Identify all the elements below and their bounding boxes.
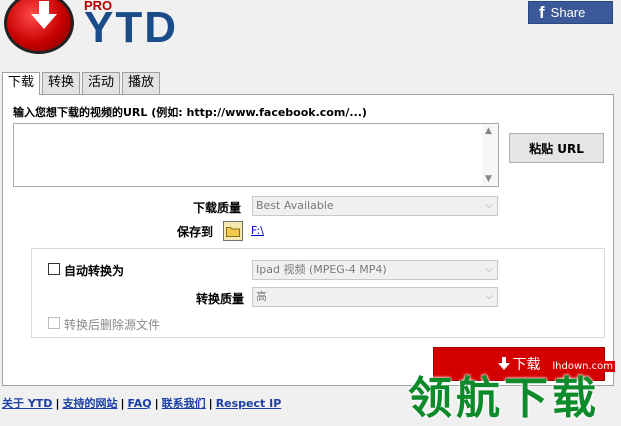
tab-activity[interactable]: 活动: [82, 72, 121, 94]
convert-format-value: Ipad 视频 (MPEG-4 MP4): [256, 263, 387, 276]
download-quality-select[interactable]: Best Available ⌵: [252, 196, 498, 216]
download-quality-value: Best Available: [256, 199, 334, 212]
download-button-label: 下载: [512, 357, 541, 373]
paste-url-button[interactable]: 粘贴 URL: [509, 133, 604, 163]
facebook-share-button[interactable]: f Share: [528, 1, 613, 24]
chevron-down-icon[interactable]: ▼: [485, 174, 492, 184]
delete-source-checkbox[interactable]: [48, 317, 60, 329]
url-label: 输入您想下载的视频的URL (例如: http://www.facebook.c…: [13, 106, 367, 119]
chevron-down-icon: ⌵: [485, 264, 493, 275]
url-input-box: ▲ ▼: [13, 123, 499, 187]
url-input[interactable]: [14, 124, 484, 186]
tab-download[interactable]: 下载: [2, 72, 41, 95]
faq-link[interactable]: FAQ: [128, 397, 152, 410]
chevron-down-icon: ⌵: [485, 291, 493, 302]
chevron-down-icon: ⌵: [485, 200, 493, 211]
download-button[interactable]: 下载: [433, 347, 605, 381]
folder-icon: [226, 226, 240, 237]
app-header: PRO YTD f Share: [0, 0, 621, 64]
tab-play[interactable]: 播放: [122, 72, 161, 94]
chevron-up-icon[interactable]: ▲: [485, 126, 492, 136]
delete-source-label: 转换后删除源文件: [64, 318, 161, 332]
auto-convert-checkbox[interactable]: [48, 263, 60, 275]
footer-separator: |: [55, 397, 60, 410]
respect-ip-link[interactable]: Respect IP: [216, 397, 282, 410]
url-scrollbar[interactable]: ▲ ▼: [482, 124, 498, 186]
convert-quality-select[interactable]: 高 ⌵: [252, 287, 498, 307]
main-tabs: 下载 转换 活动 播放: [2, 72, 162, 95]
share-label: Share: [550, 5, 586, 20]
down-arrow-icon: [497, 357, 510, 370]
facebook-icon: f: [539, 2, 545, 22]
save-path-link[interactable]: F:\: [251, 224, 264, 237]
ytd-logo: [4, 0, 74, 54]
convert-options-group: 自动转换为 Ipad 视频 (MPEG-4 MP4) ⌵ 转换质量 高 ⌵ 转换…: [31, 248, 605, 338]
supported-sites-link[interactable]: 支持的网站: [62, 397, 117, 410]
download-arrow-icon: [31, 1, 57, 29]
save-to-label: 保存到: [176, 225, 213, 239]
convert-format-select[interactable]: Ipad 视频 (MPEG-4 MP4) ⌵: [252, 260, 498, 280]
about-ytd-link[interactable]: 关于 YTD: [2, 397, 52, 410]
logo-ytd-text: YTD: [84, 3, 178, 52]
tab-convert[interactable]: 转换: [42, 72, 81, 94]
download-quality-label: 下载质量: [192, 201, 241, 215]
convert-quality-label: 转换质量: [195, 292, 244, 306]
contact-us-link[interactable]: 联系我们: [162, 397, 206, 410]
convert-quality-value: 高: [256, 290, 267, 303]
download-panel: 输入您想下载的视频的URL (例如: http://www.facebook.c…: [2, 94, 614, 386]
auto-convert-label: 自动转换为: [64, 264, 125, 278]
footer-links: 关于 YTD | 支持的网站 | FAQ | 联系我们 | Respect IP: [2, 395, 281, 411]
browse-folder-button[interactable]: [223, 221, 243, 241]
footer-separator: |: [208, 397, 213, 410]
footer-separator: |: [154, 397, 159, 410]
footer-separator: |: [120, 397, 125, 410]
